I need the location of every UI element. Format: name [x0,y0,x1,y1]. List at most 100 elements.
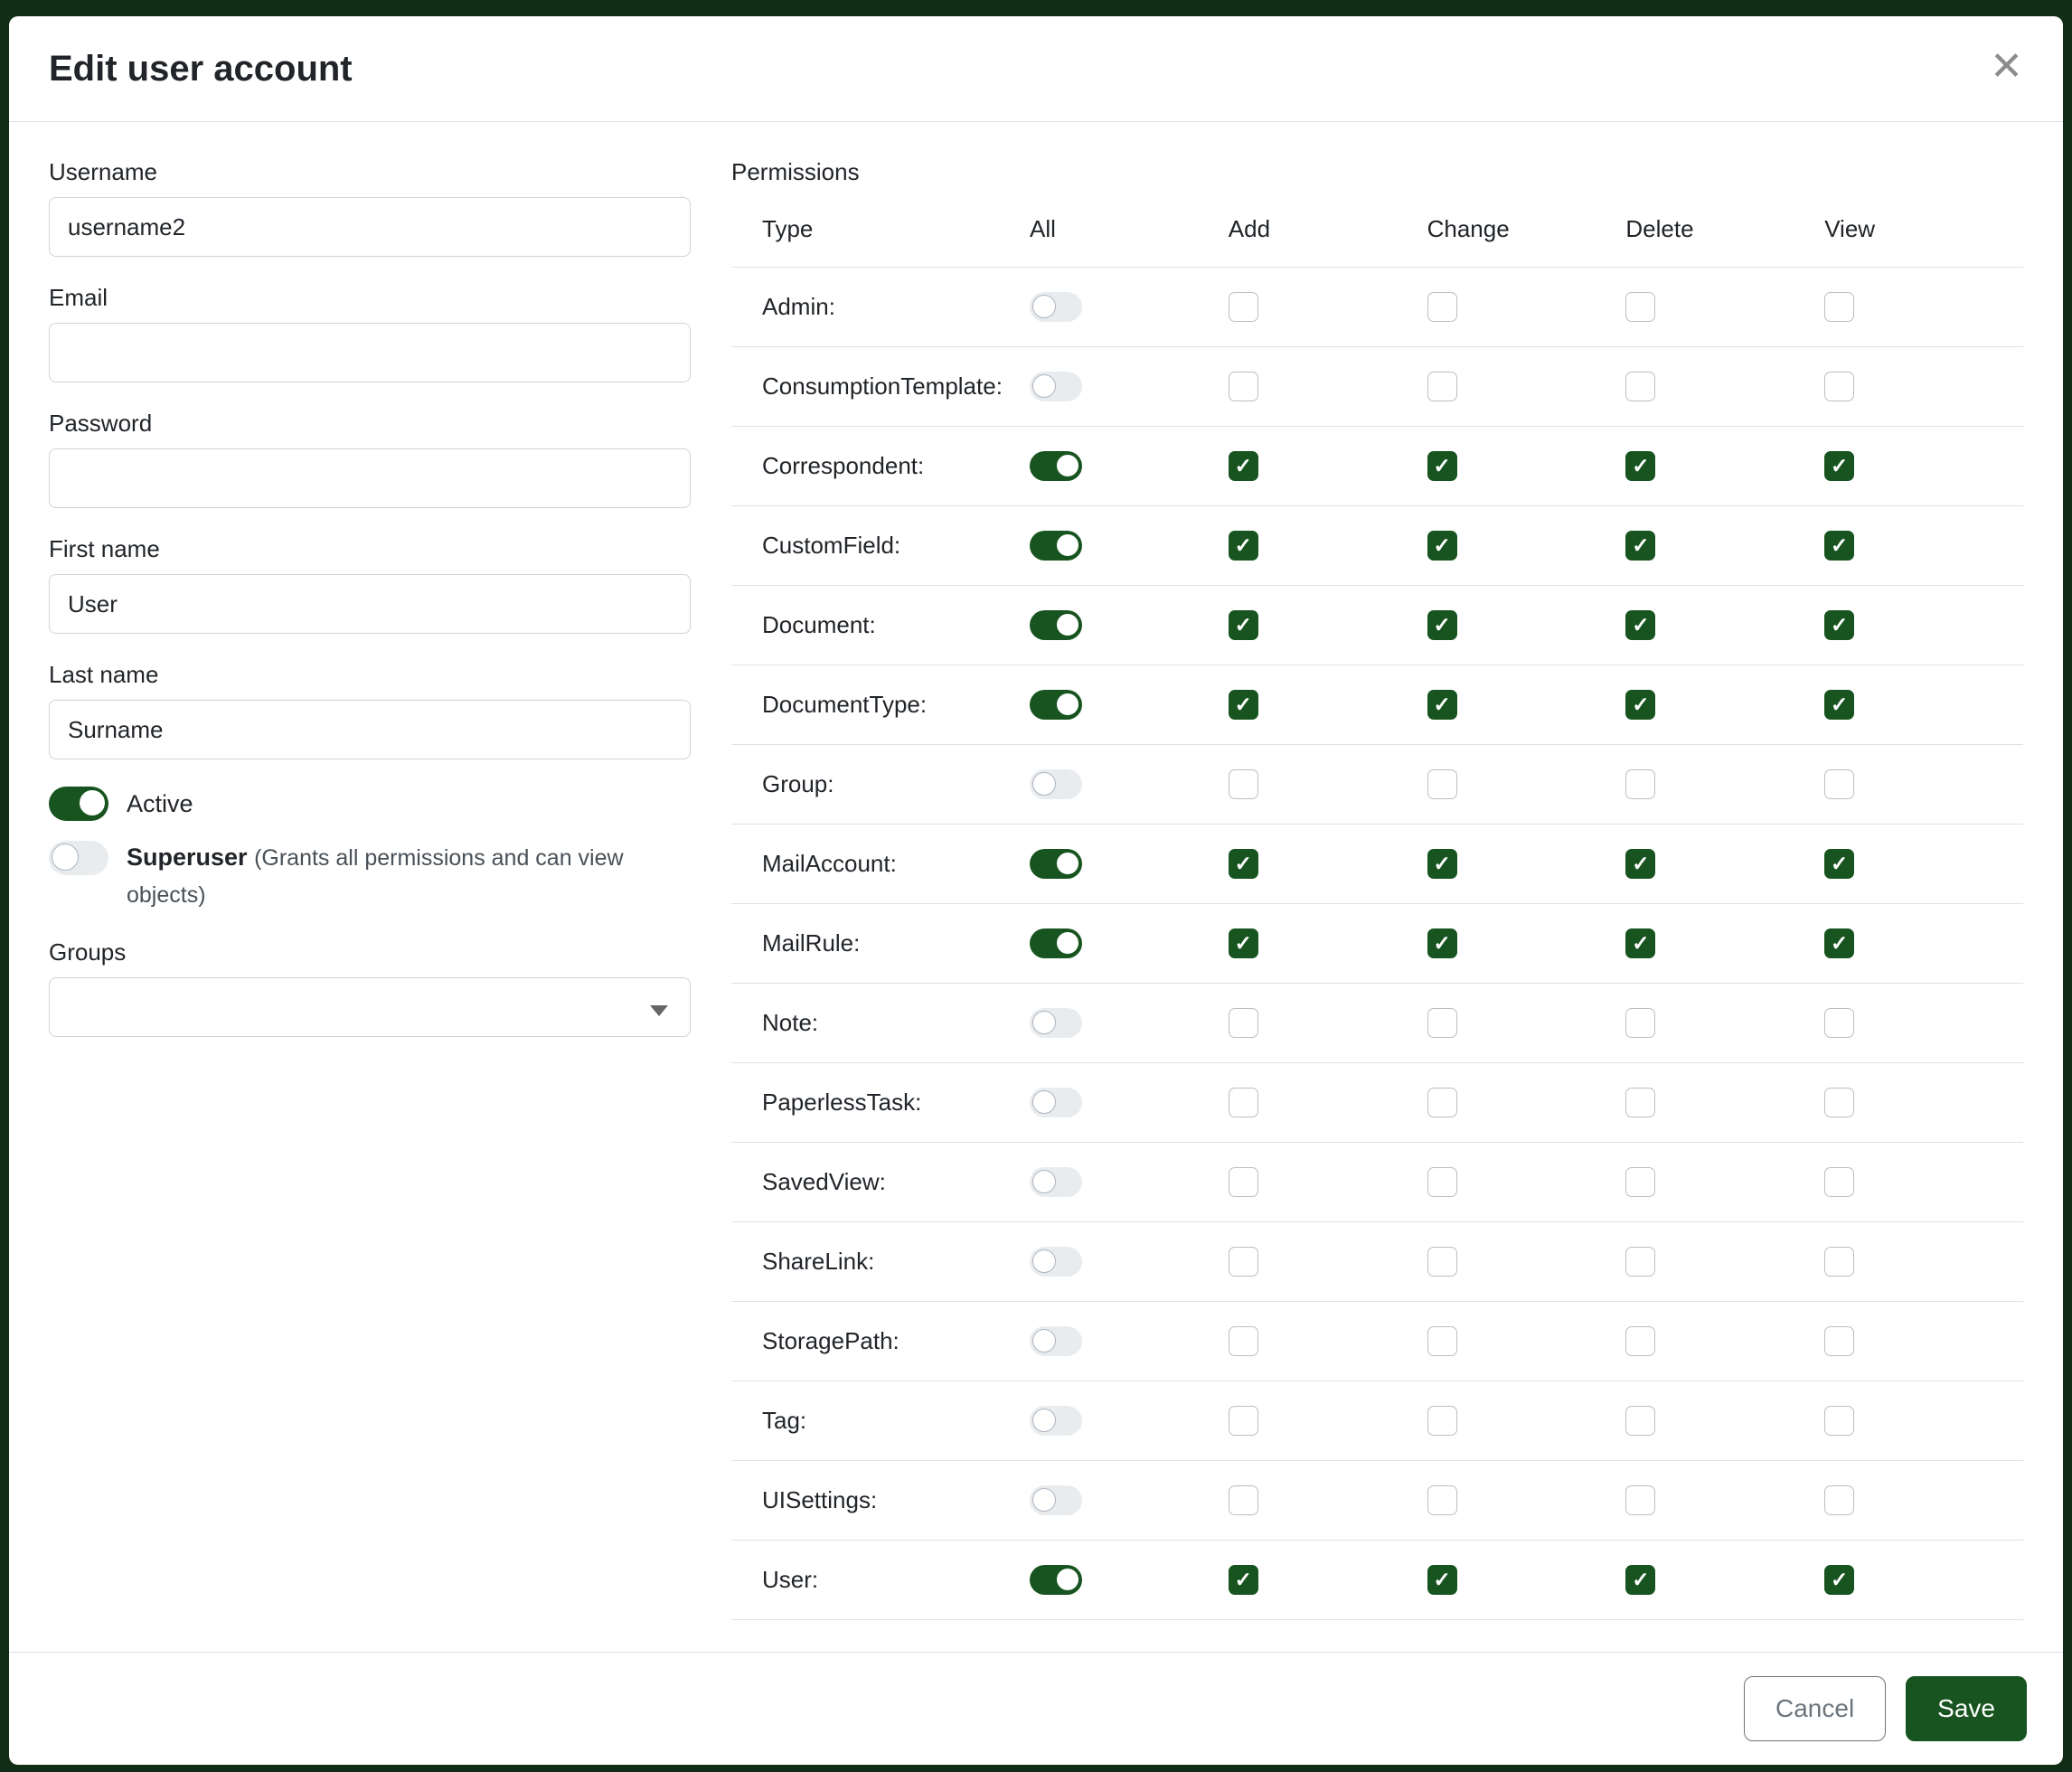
permission-all-toggle[interactable] [1030,690,1082,720]
permission-view-checkbox[interactable] [1824,769,1854,799]
password-input[interactable] [49,448,691,508]
permission-add-checkbox[interactable]: ✓ [1229,1565,1258,1595]
permission-delete-checkbox[interactable] [1625,372,1655,401]
permission-add-checkbox[interactable] [1229,1406,1258,1436]
permission-delete-checkbox[interactable] [1625,1406,1655,1436]
username-input[interactable] [49,197,691,257]
permission-view-checkbox[interactable] [1824,1247,1854,1277]
cancel-button[interactable]: Cancel [1744,1676,1886,1741]
superuser-toggle[interactable] [49,841,108,875]
permission-all-toggle[interactable] [1030,1167,1082,1197]
save-button[interactable]: Save [1906,1676,2027,1741]
permission-add-checkbox[interactable] [1229,769,1258,799]
permission-view-checkbox[interactable] [1824,292,1854,322]
permission-add-checkbox[interactable] [1229,1167,1258,1197]
permission-delete-checkbox[interactable] [1625,1008,1655,1038]
permission-all-toggle[interactable] [1030,372,1082,401]
permission-delete-checkbox[interactable] [1625,292,1655,322]
active-toggle[interactable] [49,787,108,821]
permission-all-toggle[interactable] [1030,769,1082,799]
permission-add-checkbox[interactable] [1229,1008,1258,1038]
permission-delete-checkbox[interactable]: ✓ [1625,1565,1655,1595]
permission-all-toggle[interactable] [1030,531,1082,561]
permission-change-checkbox[interactable] [1427,1406,1457,1436]
permission-delete-checkbox[interactable] [1625,1485,1655,1515]
permission-change-checkbox[interactable] [1427,1167,1457,1197]
permission-delete-checkbox[interactable] [1625,1247,1655,1277]
permission-change-checkbox[interactable]: ✓ [1427,690,1457,720]
permission-change-checkbox[interactable]: ✓ [1427,451,1457,481]
permission-add-checkbox[interactable] [1229,372,1258,401]
permission-row: Document:✓✓✓✓ [731,586,2023,665]
permission-row: User:✓✓✓✓ [731,1541,2023,1620]
permission-add-checkbox[interactable]: ✓ [1229,849,1258,879]
permission-all-toggle[interactable] [1030,451,1082,481]
permission-add-checkbox[interactable] [1229,1247,1258,1277]
permission-add-checkbox[interactable]: ✓ [1229,928,1258,958]
permission-all-toggle[interactable] [1030,1008,1082,1038]
permission-view-checkbox[interactable]: ✓ [1824,1565,1854,1595]
permission-delete-checkbox[interactable]: ✓ [1625,610,1655,640]
permission-delete-checkbox[interactable]: ✓ [1625,451,1655,481]
permission-add-checkbox[interactable]: ✓ [1229,531,1258,561]
permission-all-toggle[interactable] [1030,1565,1082,1595]
permission-change-checkbox[interactable] [1427,1088,1457,1117]
permission-view-checkbox[interactable] [1824,1088,1854,1117]
permission-delete-checkbox[interactable] [1625,1088,1655,1117]
permission-view-checkbox[interactable]: ✓ [1824,531,1854,561]
permission-delete-checkbox[interactable]: ✓ [1625,928,1655,958]
permission-add-checkbox[interactable]: ✓ [1229,451,1258,481]
permission-all-toggle[interactable] [1030,928,1082,958]
permission-change-checkbox[interactable] [1427,292,1457,322]
close-icon[interactable]: ✕ [1990,47,2023,87]
permission-view-checkbox[interactable]: ✓ [1824,690,1854,720]
permission-delete-checkbox[interactable]: ✓ [1625,849,1655,879]
permission-view-checkbox[interactable] [1824,1406,1854,1436]
permission-change-checkbox[interactable]: ✓ [1427,1565,1457,1595]
permission-change-checkbox[interactable] [1427,769,1457,799]
permission-add-checkbox[interactable] [1229,1485,1258,1515]
permission-all-toggle[interactable] [1030,1485,1082,1515]
permission-change-checkbox[interactable]: ✓ [1427,531,1457,561]
permission-change-checkbox[interactable]: ✓ [1427,928,1457,958]
permission-change-checkbox[interactable] [1427,372,1457,401]
permission-change-checkbox[interactable]: ✓ [1427,849,1457,879]
permission-delete-checkbox[interactable] [1625,769,1655,799]
permission-all-toggle[interactable] [1030,1406,1082,1436]
permission-view-checkbox[interactable]: ✓ [1824,610,1854,640]
permission-view-checkbox[interactable]: ✓ [1824,928,1854,958]
permission-all-toggle[interactable] [1030,1088,1082,1117]
permission-all-toggle[interactable] [1030,1247,1082,1277]
email-input[interactable] [49,323,691,382]
permission-view-checkbox[interactable] [1824,1326,1854,1356]
permission-add-checkbox[interactable] [1229,1326,1258,1356]
permission-view-checkbox[interactable] [1824,372,1854,401]
permission-all-toggle[interactable] [1030,292,1082,322]
column-header-delete: Delete [1625,199,1824,268]
last-name-input[interactable] [49,700,691,759]
permission-change-checkbox[interactable] [1427,1326,1457,1356]
permission-add-checkbox[interactable] [1229,292,1258,322]
first-name-input[interactable] [49,574,691,634]
permission-change-checkbox[interactable] [1427,1008,1457,1038]
permission-view-checkbox[interactable]: ✓ [1824,451,1854,481]
permission-delete-checkbox[interactable] [1625,1326,1655,1356]
permission-row: Note: [731,984,2023,1063]
permission-view-checkbox[interactable]: ✓ [1824,849,1854,879]
permission-all-toggle[interactable] [1030,610,1082,640]
permission-add-checkbox[interactable]: ✓ [1229,690,1258,720]
permission-change-checkbox[interactable] [1427,1485,1457,1515]
permission-change-checkbox[interactable]: ✓ [1427,610,1457,640]
permission-view-checkbox[interactable] [1824,1008,1854,1038]
permission-view-checkbox[interactable] [1824,1167,1854,1197]
permission-delete-checkbox[interactable]: ✓ [1625,531,1655,561]
permission-view-checkbox[interactable] [1824,1485,1854,1515]
permission-add-checkbox[interactable] [1229,1088,1258,1117]
permission-add-checkbox[interactable]: ✓ [1229,610,1258,640]
permission-all-toggle[interactable] [1030,849,1082,879]
groups-select[interactable] [49,977,691,1037]
permission-all-toggle[interactable] [1030,1326,1082,1356]
permission-change-checkbox[interactable] [1427,1247,1457,1277]
permission-delete-checkbox[interactable] [1625,1167,1655,1197]
permission-delete-checkbox[interactable]: ✓ [1625,690,1655,720]
